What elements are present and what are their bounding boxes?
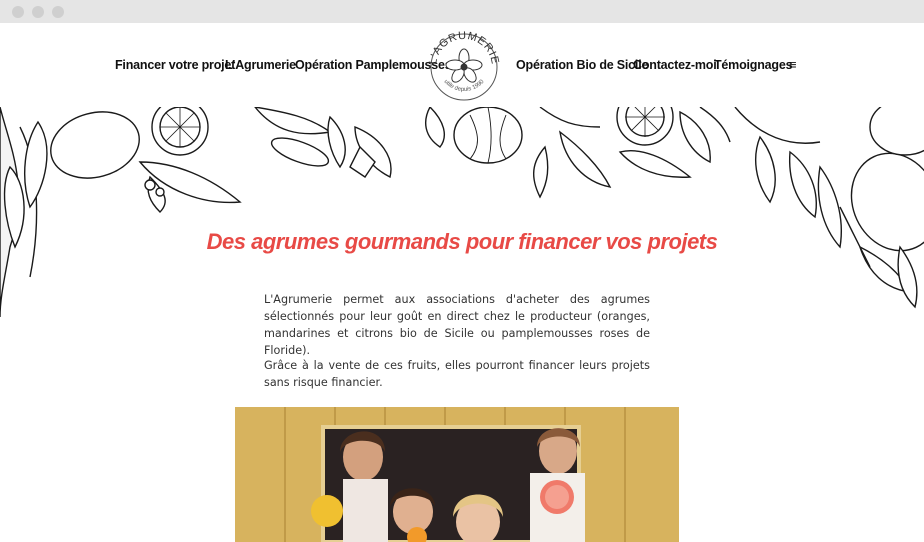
nav-bio-sicile[interactable]: Opération Bio de Sicile (516, 58, 648, 72)
children-citrus-photo (235, 407, 679, 542)
browser-chrome (0, 0, 924, 23)
nav-contact[interactable]: Contactez-moi (633, 58, 717, 72)
window-minimize-dot[interactable] (32, 6, 44, 18)
intro-paragraph: L'Agrumerie permet aux associations d'ac… (264, 293, 650, 357)
citrus-illustration-banner (0, 88, 924, 318)
site-logo[interactable]: L'AGRUMERIE utile depuis 1990 (424, 23, 504, 105)
page-title: Des agrumes gourmands pour financer vos … (206, 229, 718, 254)
window-maximize-dot[interactable] (52, 6, 64, 18)
logo-tagline: utile depuis 1990 (442, 78, 485, 93)
svg-text:utile depuis 1990: utile depuis 1990 (442, 78, 485, 93)
nav-agrumerie[interactable]: L'Agrumerie (225, 58, 296, 72)
orange-blossom-icon (445, 48, 483, 83)
hamburger-icon[interactable]: ≡ (789, 57, 797, 72)
benefit-paragraph: Grâce à la vente de ces fruits, elles po… (264, 359, 650, 389)
site-header: Financer votre projet L'Agrumerie Opérat… (0, 23, 924, 107)
window-close-dot[interactable] (12, 6, 24, 18)
nav-financer[interactable]: Financer votre projet (115, 58, 235, 72)
nav-temoignages[interactable]: Témoignages (714, 58, 793, 72)
